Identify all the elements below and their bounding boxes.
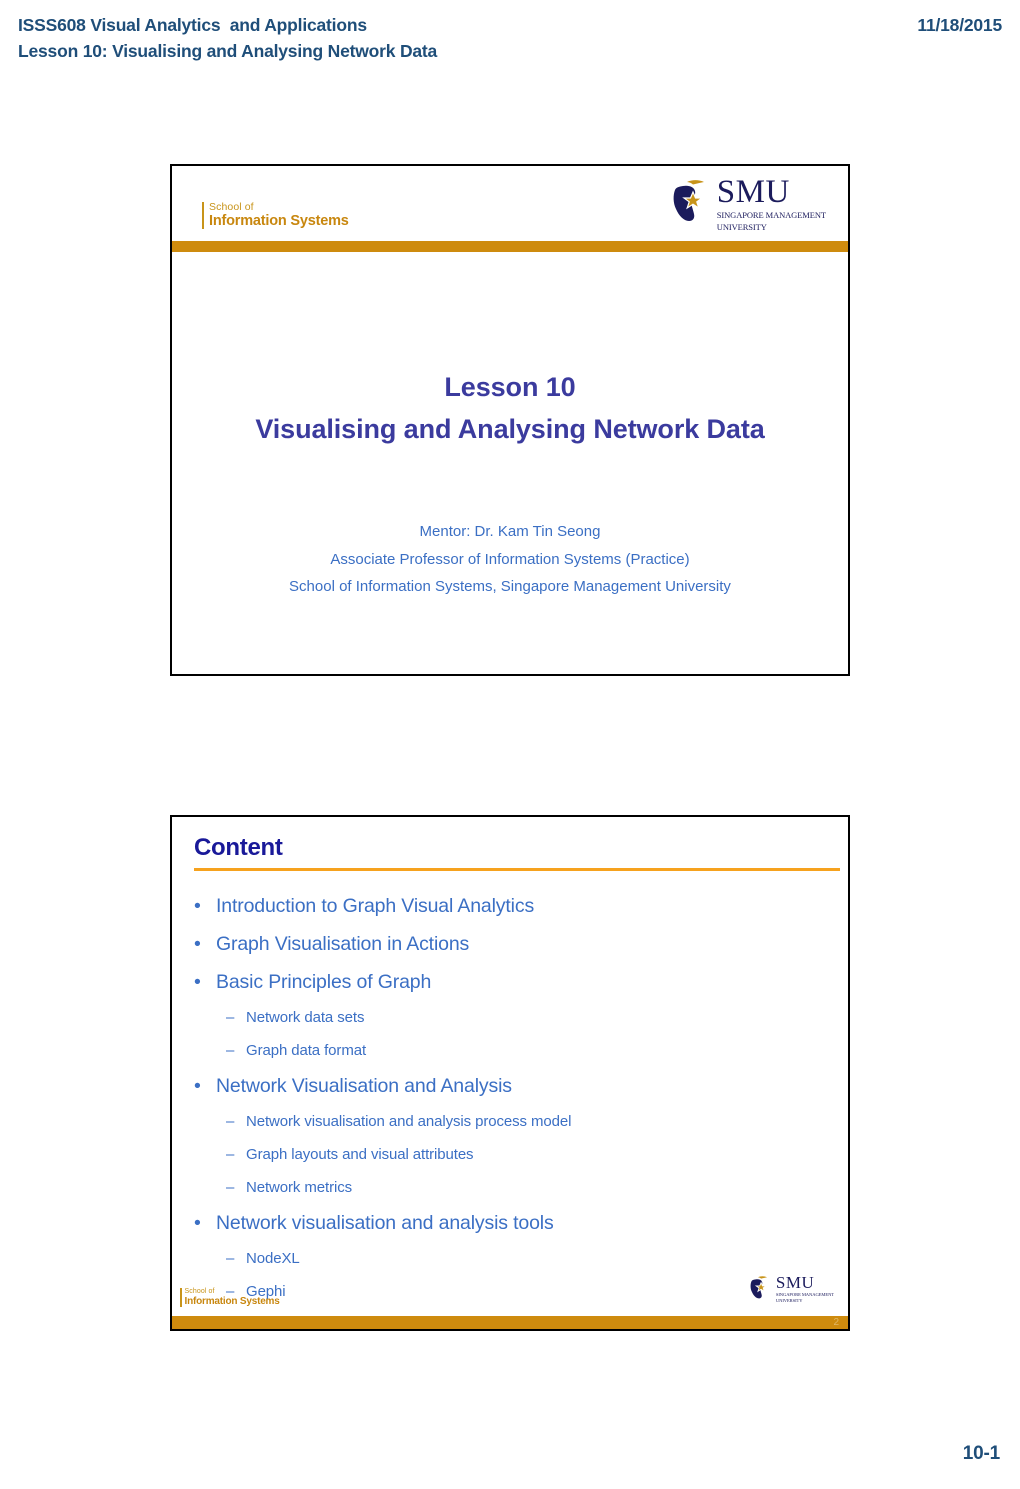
footer-smu-fullname-line2: UNIVERSITY <box>775 1298 803 1304</box>
credit-mentor: Mentor: Dr. Kam Tin Seong <box>419 523 601 540</box>
bullet-label: Graph Visualisation in Actions <box>216 933 470 955</box>
slide-footer-gold-band: 2 <box>172 1316 848 1329</box>
sub-bullet-item: – Network metrics <box>194 1171 834 1204</box>
sub-bullet-item: – Network visualisation and analysis proc… <box>194 1105 834 1138</box>
bullet-item: • Basic Principles of Graph <box>194 963 834 1001</box>
slide-masthead: School of Information Systems SMU SINGAP… <box>172 166 848 252</box>
sis-logo-bar <box>202 202 204 229</box>
sub-bullet-item: – Network data sets <box>194 1001 834 1034</box>
bullet-label: Network Visualisation and Analysis <box>216 1075 512 1097</box>
content-bullet-list: • Introduction to Graph Visual Analytics •… <box>194 887 834 1308</box>
content-heading: Content <box>194 834 283 861</box>
bullet-item: • Graph Visualisation in Actions <box>194 925 834 963</box>
bullet-label: Network visualisation and analysis proce… <box>246 1113 572 1130</box>
footer-sis-school-label: School of <box>184 1288 215 1295</box>
bullet-label: Basic Principles of Graph <box>216 971 432 993</box>
footer-smu-crest-icon <box>748 1274 772 1305</box>
sub-bullet-item: – Graph layouts and visual attributes <box>194 1138 834 1171</box>
dash-marker-icon: – <box>226 1179 235 1196</box>
bullet-item: • Network visualisation and analysis tool… <box>194 1204 834 1242</box>
slide-content: Content • Introduction to Graph Visual An… <box>170 815 850 1331</box>
sis-name-label: Information Systems <box>209 213 349 229</box>
footer-smu-fullname-line1: SINGAPORE MANAGEMENT <box>775 1292 834 1297</box>
smu-crest-icon <box>669 176 713 229</box>
deck-title: Lesson 10 Visualising and Analysing Netw… <box>172 366 848 450</box>
deck-title-line1: Lesson 10 <box>444 372 576 402</box>
smu-logo: SMU SINGAPORE MANAGEMENT UNIVERSITY <box>669 176 826 233</box>
bullet-marker-icon: • <box>194 933 201 955</box>
bullet-label: NodeXL <box>246 1250 300 1267</box>
credit-role: Associate Professor of Information Syste… <box>330 550 690 568</box>
bullet-label: Introduction to Graph Visual Analytics <box>216 895 535 917</box>
lesson-subtitle: Lesson 10: Visualising and Analysing Net… <box>18 41 438 61</box>
bullet-label: Network visualisation and analysis tools <box>216 1212 554 1234</box>
dash-marker-icon: – <box>226 1042 235 1059</box>
smu-abbrev-text: SMU <box>716 174 790 210</box>
slide-title: School of Information Systems SMU SINGAP… <box>170 164 850 676</box>
dash-marker-icon: – <box>226 1146 235 1163</box>
credit-affiliation: School of Information Systems, Singapore… <box>289 578 731 595</box>
dash-marker-icon: – <box>226 1250 235 1267</box>
footer-sis-name-label: Information Systems <box>184 1295 280 1307</box>
bullet-marker-icon: • <box>194 1212 201 1234</box>
bullet-item: • Network Visualisation and Analysis <box>194 1067 834 1105</box>
deck-credits: Mentor: Dr. Kam Tin Seong Associate Prof… <box>172 518 848 601</box>
smu-fullname-line1: SINGAPORE MANAGEMENT <box>716 210 826 220</box>
smu-fullname-line2: UNIVERSITY <box>716 221 767 232</box>
footer-sis-logo-bar <box>180 1288 182 1307</box>
slide-title-body: Lesson 10 Visualising and Analysing Netw… <box>172 252 848 674</box>
sis-logo: School of Information Systems <box>202 202 349 229</box>
bullet-item: • Introduction to Graph Visual Analytics <box>194 887 834 925</box>
sub-bullet-item: – Graph data format <box>194 1034 834 1067</box>
bullet-label: Network data sets <box>246 1009 365 1026</box>
footer-smu-abbrev-text: SMU <box>775 1273 815 1292</box>
content-heading-block: Content <box>194 833 840 871</box>
footer-sis-logo: School of Information Systems <box>180 1288 280 1307</box>
bullet-label: Graph data format <box>246 1042 367 1059</box>
bullet-marker-icon: • <box>194 1075 201 1097</box>
page-header: ISSS608 Visual Analytics and Application… <box>18 12 1002 66</box>
bullet-marker-icon: • <box>194 895 201 917</box>
footer-smu-logo: SMU SINGAPORE MANAGEMENT UNIVERSITY <box>748 1274 834 1305</box>
dash-marker-icon: – <box>226 1113 235 1130</box>
masthead-gold-band <box>172 241 848 252</box>
document-page-number: 10-1 <box>962 1443 1000 1464</box>
sis-school-label: School of <box>209 201 254 213</box>
bullet-label: Network metrics <box>246 1179 353 1196</box>
bullet-label: Graph layouts and visual attributes <box>246 1146 474 1163</box>
heading-underline <box>194 868 840 871</box>
course-title: ISSS608 Visual Analytics and Application… <box>18 15 367 35</box>
dash-marker-icon: – <box>226 1009 235 1026</box>
bullet-marker-icon: • <box>194 971 201 993</box>
sub-bullet-item: – NodeXL <box>194 1242 834 1275</box>
slide-page-number: 2 <box>833 1317 839 1328</box>
header-titles: ISSS608 Visual Analytics and Application… <box>18 12 437 64</box>
sub-bullet-item: – Gephi <box>194 1275 834 1308</box>
header-date: 11/18/2015 <box>917 15 1002 35</box>
deck-title-line2: Visualising and Analysing Network Data <box>255 414 765 444</box>
